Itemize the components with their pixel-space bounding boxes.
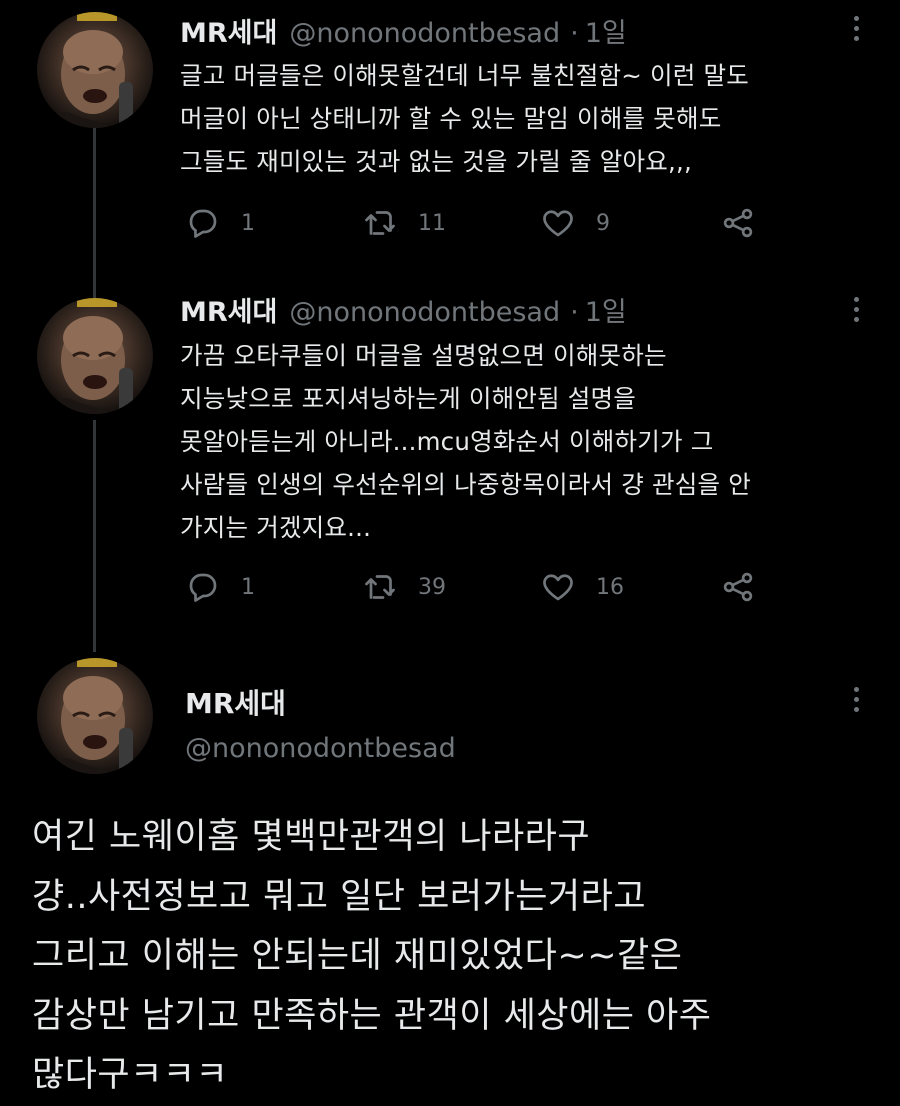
display-name[interactable]: MR세대 bbox=[180, 296, 277, 330]
thread-connector bbox=[93, 420, 96, 652]
like-count: 16 bbox=[596, 574, 624, 600]
like-count: 9 bbox=[596, 210, 610, 236]
user-handle[interactable]: @nononodontbesad bbox=[289, 296, 560, 330]
avatar[interactable] bbox=[37, 298, 153, 414]
retweet-button[interactable]: 11 bbox=[362, 203, 446, 243]
display-name[interactable]: MR세대 bbox=[180, 17, 277, 51]
retweet-icon bbox=[365, 211, 395, 235]
tweet-header: MR세대 @nononodontbesad · 1일 bbox=[180, 296, 627, 330]
share-button[interactable] bbox=[720, 203, 756, 243]
user-handle[interactable]: @nononodontbesad bbox=[185, 733, 456, 764]
reply-icon bbox=[189, 573, 217, 602]
avatar[interactable] bbox=[37, 12, 153, 128]
tweet-header: MR세대 @nononodontbesad · 1일 bbox=[180, 17, 627, 51]
retweet-count: 11 bbox=[418, 210, 446, 236]
share-icon bbox=[723, 208, 753, 238]
tweet-text: 여긴 노웨이홈 몇백만관객의 나라라구 걍..사전정보고 뭐고 일단 보러가는거… bbox=[32, 817, 712, 1095]
more-options-icon[interactable] bbox=[852, 687, 860, 712]
retweet-button[interactable]: 39 bbox=[362, 567, 446, 607]
like-button[interactable]: 9 bbox=[540, 203, 610, 243]
heart-icon bbox=[543, 210, 573, 237]
user-handle[interactable]: @nononodontbesad bbox=[289, 17, 560, 51]
reply-count: 1 bbox=[241, 210, 255, 236]
thread-connector bbox=[93, 128, 96, 298]
reply-count: 1 bbox=[241, 574, 255, 600]
reply-button[interactable]: 1 bbox=[185, 203, 255, 243]
display-name[interactable]: MR세대 bbox=[185, 682, 286, 722]
share-button[interactable] bbox=[720, 567, 756, 607]
share-icon bbox=[723, 572, 753, 602]
separator-dot: · bbox=[570, 297, 579, 328]
tweet-text: 글고 머글들은 이해못할건데 너무 불친절함~ 이런 말도 머글이 아닌 상태니… bbox=[180, 61, 749, 176]
tweet-actions: 1 11 9 bbox=[185, 203, 785, 243]
retweet-count: 39 bbox=[418, 574, 446, 600]
like-button[interactable]: 16 bbox=[540, 567, 624, 607]
timestamp[interactable]: 1일 bbox=[585, 296, 627, 330]
more-options-icon[interactable] bbox=[852, 297, 860, 322]
tweet-text: 가끔 오타쿠들이 머글을 설명없으면 이해못하는 지능낮으로 포지셔닝하는게 이… bbox=[180, 341, 751, 542]
retweet-icon bbox=[365, 575, 395, 599]
avatar[interactable] bbox=[37, 658, 153, 774]
separator-dot: · bbox=[570, 18, 579, 49]
timestamp[interactable]: 1일 bbox=[585, 17, 627, 51]
reply-icon bbox=[189, 209, 217, 238]
heart-icon bbox=[543, 574, 573, 601]
tweet-actions: 1 39 16 bbox=[185, 567, 785, 607]
reply-button[interactable]: 1 bbox=[185, 567, 255, 607]
more-options-icon[interactable] bbox=[852, 16, 860, 41]
